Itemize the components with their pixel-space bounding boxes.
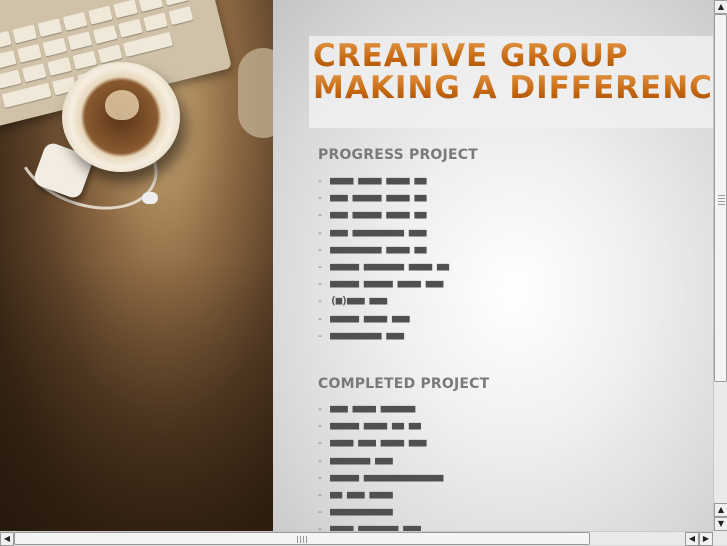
list-item: - ■■■■ ■■■■ ■■■■ ■■ [318,172,448,189]
list-item: - ■■■■■ ■■■■■ ■■■■ ■■■ [318,275,448,292]
list-item: - ■■■■■■■■■ ■■■■ ■■ [318,241,448,258]
list-item: - ■■■■ ■■■ ■■■■ ■■■ [318,434,442,451]
list-item: - ■■■ ■■■■■ ■■■■ ■■ [318,189,448,206]
horizontal-scrollbar[interactable]: ◀ ◀ ▶ [0,531,713,546]
project-name: ■■■■■ ■■■■■■■ ■■■■ ■■ [330,259,449,273]
list-item: - ■■■ ■■■■ ■■■■■■ [318,400,442,417]
project-name: ■■■■ ■■■■■■■ ■■■ [330,522,421,531]
bullet-dash: - [318,311,322,325]
scroll-down-button[interactable]: ▼ [714,517,727,531]
bullet-dash: - [318,208,322,222]
list-item: - ■■■■ ■■■■■■■ ■■■ [318,520,442,531]
project-name: ■■ ■■■ ■■■■ [330,487,393,501]
headline-line-1: CREATIVE GROUP [313,38,629,74]
scroll-right-button[interactable]: ▶ [699,532,713,546]
arrow-up-small-icon: ▲ [717,505,725,514]
scroll-down-arrow-up-button[interactable]: ▲ [714,503,727,517]
project-name: ■■■■■■■■■■■ [330,505,393,519]
bullet-dash: - [318,487,322,501]
arrow-up-icon: ▲ [717,2,725,11]
progress-project-list: - ■■■■ ■■■■ ■■■■ ■■ - ■■■ ■■■■■ ■■■■ ■■ - ■■■… [318,172,449,344]
project-name: ■■■■■■■■■ ■■■ [330,328,404,342]
vertical-scrollbar[interactable]: ▲ ▲ ▼ [713,0,727,531]
project-name: ■■■ ■■■■■■■■■ ■■■ [330,225,427,239]
bullet-dash: - [318,174,322,187]
list-item: - ■■■■■ ■■■■ ■■■ [318,310,448,327]
project-name: ■■■■■ ■■■■ ■■■ [330,311,410,325]
list-item: - ■■■■■■■ ■■■ [318,452,442,469]
scrollbar-corner [713,531,727,545]
bullet-dash: - [318,191,322,205]
project-name: ■■■■ ■■■■ ■■■■ ■■ [330,174,427,187]
coffee-photo-panel [0,0,273,531]
arrow-right-icon: ▶ [702,534,710,543]
bullet-dash: - [318,328,322,342]
latte-art-image [105,90,139,120]
project-name: (■)■■■ ■■■ [330,294,387,308]
main-content: CREATIVE GROUP MAKING A DIFFERENC PROGRE… [273,0,713,531]
bullet-dash: - [318,505,322,519]
scroll-up-button[interactable]: ▲ [714,0,727,14]
bullet-dash: - [318,419,322,433]
bullet-dash: - [318,470,322,484]
arrow-down-icon: ▼ [717,519,725,528]
bullet-dash: - [318,225,322,239]
bullet-dash: - [318,436,322,450]
list-item: - ■■■■■ ■■■■■■■■■■■■■■ [318,469,443,486]
bullet-dash: - [318,522,322,531]
project-name: ■■■ ■■■■■ ■■■■ ■■ [330,191,427,205]
arrow-left-small-icon: ◀ [688,534,696,543]
photo-shadow [0,260,273,531]
project-name: ■■■■■■■ ■■■ [330,453,393,467]
list-item: - ■■■ ■■■■■ ■■■■ ■■ [318,206,448,223]
project-name: ■■■■ ■■■ ■■■■ ■■■ [330,436,427,450]
earbud-image [142,192,158,204]
project-name: ■■■ ■■■■■ ■■■■ ■■ [330,208,427,222]
project-name: ■■■■■ ■■■■ ■■ ■■ [330,419,421,433]
headline-line-2: MAKING A DIFFERENC [313,70,713,106]
list-item: - ■■■■■■■■■ ■■■ [318,327,448,344]
bullet-dash: - [318,242,322,256]
project-name: ■■■■■ ■■■■■ ■■■■ ■■■ [330,277,443,291]
list-item: - ■■■ ■■■■■■■■■ ■■■ [318,224,448,241]
bullet-dash: - [318,294,322,308]
arrow-left-icon: ◀ [3,534,11,543]
bullet-dash: - [318,277,322,291]
bullet-dash: - [318,402,322,415]
list-item: - (■)■■■ ■■■ [318,292,448,309]
bullet-dash: - [318,453,322,467]
completed-section-title: COMPLETED PROJECT [318,376,490,392]
project-name: ■■■■■■■■■ ■■■■ ■■ [330,242,427,256]
scroll-left-button[interactable]: ◀ [0,532,14,546]
bullet-dash: - [318,259,322,273]
project-name: ■■■ ■■■■ ■■■■■■ [330,402,415,415]
headline-banner: CREATIVE GROUP MAKING A DIFFERENC [309,36,713,128]
completed-project-list: - ■■■ ■■■■ ■■■■■■ - ■■■■■ ■■■■ ■■ ■■ - ■■■■ ■… [318,400,443,531]
progress-section-title: PROGRESS PROJECT [318,147,478,163]
list-item: - ■■■■■ ■■■■ ■■ ■■ [318,417,442,434]
project-name: ■■■■■ ■■■■■■■■■■■■■■ [330,470,443,484]
scroll-left-small-button[interactable]: ◀ [685,532,699,546]
vertical-scroll-thumb[interactable] [714,14,727,382]
list-item: - ■■■■■■■■■■■ [318,503,442,520]
horizontal-scroll-thumb[interactable] [14,532,590,545]
list-item: - ■■ ■■■ ■■■■ [318,486,442,503]
mouse-image [238,48,273,138]
list-item: - ■■■■■ ■■■■■■■ ■■■■ ■■ [318,258,449,275]
